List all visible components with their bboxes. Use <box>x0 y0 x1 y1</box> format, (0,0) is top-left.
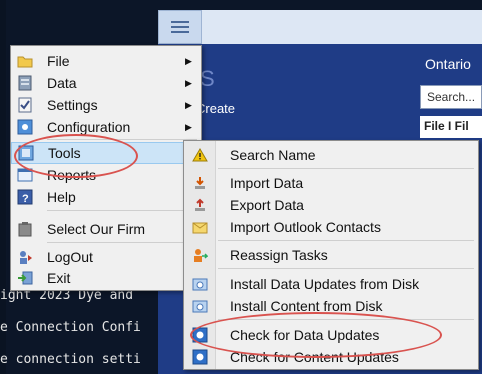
window-title: Ontario <box>425 56 471 72</box>
menu-item-file[interactable]: File ▶ <box>11 50 201 72</box>
menu-separator <box>218 240 474 241</box>
database-icon <box>17 75 33 91</box>
menu-item-label: Exit <box>47 270 71 286</box>
app-logo-letter: S <box>200 66 215 91</box>
menu-item-search-name[interactable]: Search Name <box>184 144 478 166</box>
reassign-icon <box>192 247 208 263</box>
menu-item-label: Data <box>47 75 77 91</box>
menu-item-label: LogOut <box>47 249 93 265</box>
disk-install-icon <box>192 298 208 314</box>
menu-item-export-data[interactable]: Export Data <box>184 194 478 216</box>
disk-install-icon <box>192 276 208 292</box>
menu-item-logout[interactable]: LogOut <box>11 246 201 268</box>
hamburger-icon <box>171 21 189 33</box>
exit-icon <box>17 270 33 286</box>
menu-item-label: Search Name <box>230 147 316 163</box>
svg-text:?: ? <box>22 193 29 205</box>
console-line: e connection setti <box>0 352 141 367</box>
menu-item-label: File <box>47 53 70 69</box>
settings-icon <box>17 97 33 113</box>
console-line: e Connection Confi <box>0 320 141 335</box>
hamburger-menu-button[interactable] <box>158 10 202 44</box>
configuration-icon <box>17 119 33 135</box>
warning-icon <box>192 147 208 163</box>
menu-item-label: Reassign Tasks <box>230 247 328 263</box>
submenu-arrow-icon: ▶ <box>185 55 192 66</box>
menu-separator <box>47 210 197 211</box>
menu-item-data[interactable]: Data ▶ <box>11 72 201 94</box>
import-icon <box>192 175 208 191</box>
submenu-arrow-icon: ▶ <box>185 99 192 110</box>
menu-item-configuration[interactable]: Configuration ▶ <box>11 116 201 138</box>
folder-icon <box>17 53 33 69</box>
menu-item-reassign-tasks[interactable]: Reassign Tasks <box>184 244 478 266</box>
submenu-arrow-icon: ▶ <box>185 121 192 132</box>
submenu-arrow-icon: ▶ <box>185 77 192 88</box>
menu-item-label: Help <box>47 189 76 205</box>
menu-item-label: Install Content from Disk <box>230 298 383 314</box>
menu-item-import-data[interactable]: Import Data <box>184 172 478 194</box>
table-column-headers: File I Fil <box>420 116 482 138</box>
menu-item-label: Export Data <box>230 197 304 213</box>
logout-icon <box>17 249 33 265</box>
window-edge <box>0 0 6 374</box>
menu-item-settings[interactable]: Settings ▶ <box>11 94 201 116</box>
menu-item-label: Import Data <box>230 175 304 191</box>
export-icon <box>192 197 208 213</box>
app-top-bar <box>158 10 482 44</box>
menu-separator <box>218 268 474 269</box>
menu-item-select-our-firm[interactable]: Select Our Firm <box>11 218 201 240</box>
firm-icon <box>17 221 33 237</box>
search-input[interactable]: Search... <box>420 85 482 109</box>
help-icon: ? <box>17 189 33 205</box>
menu-separator <box>47 242 197 243</box>
update-check-icon <box>192 349 208 365</box>
check-updates-annotation-oval <box>190 312 442 358</box>
menu-item-exit[interactable]: Exit <box>11 267 201 289</box>
menu-item-label: Import Outlook Contacts <box>230 219 381 235</box>
menu-item-label: Install Data Updates from Disk <box>230 276 420 292</box>
menu-item-help[interactable]: ? Help ▶ <box>11 186 201 208</box>
outlook-contacts-icon <box>192 219 208 235</box>
menu-item-label: Settings <box>47 97 98 113</box>
menu-item-import-outlook-contacts[interactable]: Import Outlook Contacts <box>184 216 478 238</box>
menu-item-label: Configuration <box>47 119 131 135</box>
menu-separator <box>218 168 474 169</box>
menu-item-install-data-updates-from-disk[interactable]: Install Data Updates from Disk <box>184 273 478 295</box>
tools-annotation-oval <box>14 134 138 178</box>
menu-item-label: Select Our Firm <box>47 221 146 237</box>
